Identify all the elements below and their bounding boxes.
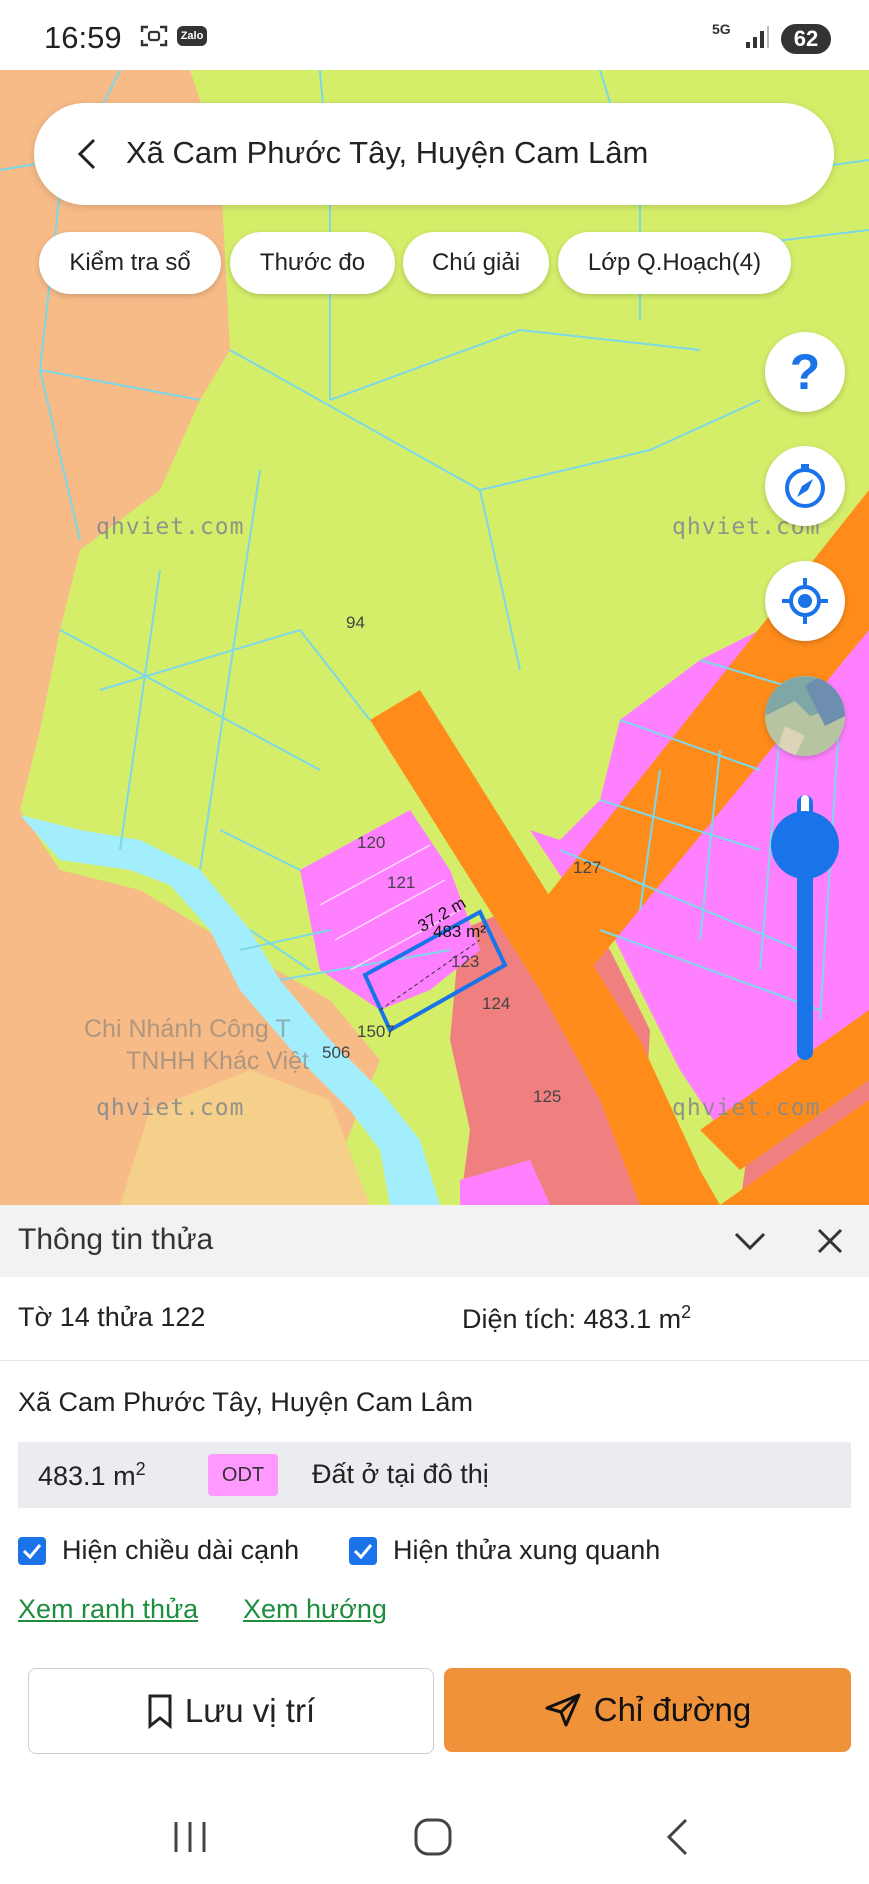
directions-button[interactable]: Chỉ đường xyxy=(444,1668,851,1752)
checkmark-icon xyxy=(353,1544,373,1559)
chevron-down-icon xyxy=(734,1232,766,1251)
my-location-button[interactable] xyxy=(765,561,845,641)
status-time: 16:59 xyxy=(44,20,122,55)
land-type: Đất ở tại đô thị xyxy=(312,1459,489,1489)
status-bar: 16:59 Zalo 5G 62 xyxy=(0,0,869,70)
search-bar[interactable]: Xã Cam Phước Tây, Huyện Cam Lâm xyxy=(34,103,834,205)
poi-label: Chi Nhánh Công T xyxy=(84,1015,291,1043)
parcel-label-94[interactable]: 94 xyxy=(346,613,365,633)
checkbox-neighbors[interactable] xyxy=(349,1537,377,1565)
help-icon: ? xyxy=(789,344,821,400)
recent-apps-icon xyxy=(174,1822,206,1852)
network-type: 5G xyxy=(712,21,731,37)
back-button[interactable] xyxy=(62,129,112,179)
watermark: qhviet.com xyxy=(96,514,245,540)
parcel-label-121[interactable]: 121 xyxy=(387,873,415,893)
parcel-label-123[interactable]: 123 xyxy=(451,952,479,972)
panel-header: Thông tin thửa xyxy=(0,1205,869,1277)
recent-apps-button[interactable] xyxy=(165,1812,215,1862)
zalo-icon: Zalo xyxy=(177,26,207,46)
parcel-address: Xã Cam Phước Tây, Huyện Cam Lâm xyxy=(18,1387,473,1417)
parcel-area: Diện tích: 483.1 m2 xyxy=(462,1302,692,1334)
chevron-left-icon xyxy=(77,138,96,170)
parcel-area-label: 483 m² xyxy=(433,922,486,941)
scan-icon xyxy=(140,25,168,47)
parcel-label-127[interactable]: 127 xyxy=(573,858,601,878)
divider xyxy=(0,1360,869,1361)
poi-label: TNHH Khác Việt xyxy=(126,1047,309,1075)
sheet-parcel-number: Tờ 14 thửa 122 xyxy=(18,1302,206,1332)
help-button[interactable]: ? xyxy=(765,332,845,412)
parcel-label-125[interactable]: 125 xyxy=(533,1087,561,1107)
watermark: qhviet.com xyxy=(96,1095,245,1121)
close-icon xyxy=(817,1228,843,1254)
compass-icon xyxy=(785,464,825,508)
satellite-layer-button[interactable] xyxy=(765,676,845,756)
chip-planning-layers[interactable]: Lớp Q.Hoạch(4) xyxy=(558,232,791,294)
bookmark-icon xyxy=(148,1694,172,1729)
collapse-button[interactable] xyxy=(728,1221,772,1261)
system-back-button[interactable] xyxy=(652,1812,702,1862)
battery-icon: 62 xyxy=(781,24,831,54)
parcel-label-120[interactable]: 120 xyxy=(357,833,385,853)
watermark: qhviet.com xyxy=(672,1095,821,1121)
directions-label: Chỉ đường xyxy=(593,1691,752,1728)
land-code-badge: ODT xyxy=(208,1454,278,1496)
close-button[interactable] xyxy=(808,1219,852,1263)
parcel-info-panel: Thông tin thửa Tờ 14 thửa 122 Diện tích:… xyxy=(0,1205,869,1884)
land-area: 483.1 m2 xyxy=(38,1459,146,1491)
link-view-direction[interactable]: Xem hướng xyxy=(243,1594,387,1625)
link-view-boundary[interactable]: Xem ranh thửa xyxy=(18,1594,198,1625)
save-location-label: Lưu vị trí xyxy=(184,1692,316,1729)
parcel-label-1507[interactable]: 1507 xyxy=(357,1022,395,1042)
send-icon xyxy=(545,1693,581,1727)
satellite-layer-icon xyxy=(765,676,845,756)
home-button[interactable] xyxy=(408,1812,458,1862)
land-use-row: 483.1 m2 ODT Đất ở tại đô thị xyxy=(18,1442,851,1508)
checkmark-icon xyxy=(22,1544,42,1559)
signal-icon xyxy=(746,26,769,48)
checkbox-neighbors-label[interactable]: Hiện thửa xung quanh xyxy=(393,1535,660,1566)
checkbox-edge-length[interactable] xyxy=(18,1537,46,1565)
checkbox-edge-length-label[interactable]: Hiện chiều dài cạnh xyxy=(62,1535,299,1566)
save-location-button[interactable]: Lưu vị trí xyxy=(28,1668,434,1754)
back-icon xyxy=(666,1818,688,1856)
chip-legend[interactable]: Chú giải xyxy=(403,232,549,294)
compass-button[interactable] xyxy=(765,446,845,526)
parcel-label-506[interactable]: 506 xyxy=(322,1043,350,1063)
chip-check-book[interactable]: Kiểm tra sổ xyxy=(39,232,221,294)
my-location-icon xyxy=(782,578,828,624)
home-icon xyxy=(414,1818,452,1856)
location-title: Xã Cam Phước Tây, Huyện Cam Lâm xyxy=(126,135,649,170)
parcel-label-124[interactable]: 124 xyxy=(482,994,510,1014)
panel-title: Thông tin thửa xyxy=(18,1223,214,1256)
zoom-slider-thumb[interactable] xyxy=(771,810,839,879)
system-nav-bar xyxy=(0,1790,869,1884)
chip-ruler[interactable]: Thước đo xyxy=(230,232,395,294)
